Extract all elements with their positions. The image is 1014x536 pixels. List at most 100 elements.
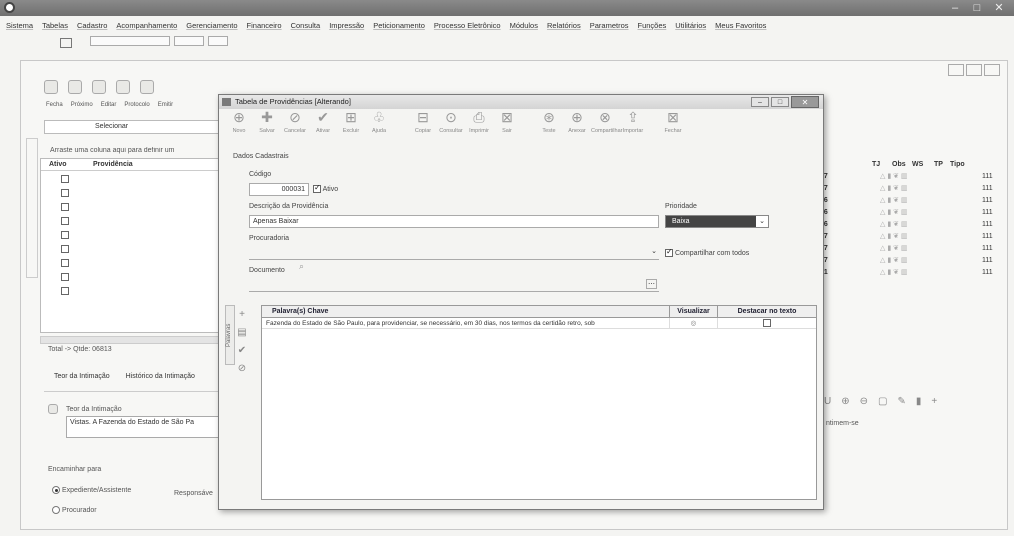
underline-icon[interactable]: U — [824, 396, 831, 412]
confirm-icon[interactable]: ✔ — [235, 345, 249, 359]
table-row[interactable]: 07△ ▮ ❦ ▥ 111 — [820, 242, 1010, 254]
prioridade-select[interactable]: Baixa ⌄ — [665, 215, 769, 228]
quick-field[interactable] — [174, 36, 205, 46]
cancel-icon[interactable]: ⊘ — [235, 363, 249, 377]
dialog-maximize-icon[interactable]: □ — [771, 97, 789, 107]
menu-item[interactable]: Financeiro — [247, 21, 282, 30]
mail-icon[interactable] — [60, 38, 72, 48]
import-icon[interactable]: ⇪ Importar — [619, 109, 647, 141]
row-checkbox[interactable] — [61, 217, 69, 225]
row-checkbox[interactable] — [61, 175, 69, 183]
codigo-field[interactable]: 000031 — [249, 183, 309, 196]
radio-button[interactable] — [52, 506, 60, 514]
col-providencia[interactable]: Providência — [81, 159, 133, 170]
menu-item[interactable]: Impressão — [329, 21, 364, 30]
selecionar-button[interactable]: Selecionar — [44, 120, 220, 134]
keyword-text[interactable]: Fazenda do Estado de São Paulo, para pro… — [262, 318, 670, 328]
delete-icon[interactable]: ⊞ Excluir — [337, 109, 365, 141]
maximize-icon[interactable] — [966, 64, 982, 76]
copy-icon[interactable]: ⊟ Copiar — [409, 109, 437, 141]
dialog-close-button[interactable]: ✕ — [791, 96, 819, 108]
minimize-icon[interactable] — [948, 64, 964, 76]
table-row[interactable]: 07△ ▮ ❦ ▥ 111 — [820, 170, 1010, 182]
row-checkbox[interactable] — [61, 259, 69, 267]
menu-item[interactable]: Tabelas — [42, 21, 68, 30]
table-row[interactable]: 66△ ▮ ❦ ▥ 111 — [820, 218, 1010, 230]
lookup-button[interactable]: ⋯ — [646, 279, 657, 289]
close-doc-icon[interactable]: ⊠ Fechar — [659, 109, 687, 141]
activate-icon[interactable]: ✔ Ativar — [309, 109, 337, 141]
share-icon[interactable]: ⊗ Compartilhar — [591, 109, 622, 141]
add-icon[interactable]: + — [235, 309, 249, 323]
close-icon[interactable]: ✕ — [988, 1, 1010, 15]
marker-icon[interactable]: ▮ — [916, 396, 922, 412]
destacar-checkbox[interactable] — [718, 318, 816, 328]
test-icon[interactable]: ⊛ Teste — [535, 109, 563, 141]
row-checkbox[interactable] — [61, 189, 69, 197]
delete-row-icon[interactable]: ▤ — [235, 327, 249, 341]
chevron-down-icon[interactable]: ⌄ — [651, 247, 657, 255]
radio-button[interactable] — [52, 486, 60, 494]
ativo-checkbox[interactable]: Ativo — [313, 183, 338, 193]
box-icon[interactable]: ▢ — [878, 396, 887, 412]
cancel-icon[interactable]: ⊘ Cancelar — [281, 109, 309, 141]
checkbox[interactable] — [665, 247, 673, 257]
col-obs[interactable]: Obs — [872, 161, 906, 168]
col-ativo[interactable]: Ativo — [41, 159, 81, 170]
descricao-field[interactable]: Apenas Baixar — [249, 215, 659, 228]
minimize-icon[interactable]: – — [944, 1, 966, 15]
col-palavras-chave[interactable]: Palavra(s) Chave — [262, 306, 670, 317]
menu-item[interactable]: Sistema — [6, 21, 33, 30]
plus-icon[interactable]: + — [931, 396, 937, 412]
exit-icon[interactable]: ⊠ Sair — [493, 109, 521, 141]
view-icon[interactable]: ◎ — [670, 318, 718, 328]
attach-icon[interactable]: ⊕ Anexar — [563, 109, 591, 141]
col-visualizar[interactable]: Visualizar — [670, 306, 718, 317]
col-tp[interactable]: TP — [916, 161, 943, 168]
compartilhar-checkbox[interactable]: Compartilhar com todos — [665, 247, 749, 257]
zoom-out-icon[interactable]: ⊖ — [860, 396, 868, 412]
menu-item[interactable]: Cadastro — [77, 21, 107, 30]
table-row[interactable]: 07△ ▮ ❦ ▥ 111 — [820, 254, 1010, 266]
documento-select[interactable]: ⋯ — [249, 279, 659, 292]
dialog-minimize-icon[interactable]: – — [751, 97, 769, 107]
search-icon[interactable]: ⊙ Consultar — [437, 109, 465, 141]
checkbox[interactable] — [313, 183, 321, 193]
quick-field[interactable] — [208, 36, 229, 46]
menu-item[interactable]: Consulta — [291, 21, 321, 30]
menu-item[interactable]: Acompanhamento — [116, 21, 177, 30]
close-icon[interactable] — [984, 64, 1000, 76]
col-ws[interactable]: WS — [894, 161, 923, 168]
maximize-icon[interactable]: □ — [966, 1, 988, 15]
menu-item[interactable]: Peticionamento — [373, 21, 425, 30]
emit-icon[interactable] — [140, 80, 154, 94]
zoom-in-icon[interactable]: ⊕ — [841, 396, 849, 412]
help-icon[interactable]: ♧ Ajuda — [365, 109, 393, 141]
row-checkbox[interactable] — [61, 245, 69, 253]
next-icon[interactable] — [68, 80, 82, 94]
quick-field[interactable] — [90, 36, 170, 46]
row-checkbox[interactable] — [61, 231, 69, 239]
menu-item[interactable]: Processo Eletrônico — [434, 21, 501, 30]
print-icon[interactable]: ⎙ Imprimir — [465, 109, 493, 141]
grid-hscrollbar[interactable] — [40, 336, 220, 344]
col-tipo[interactable]: Tipo — [938, 161, 965, 168]
row-checkbox[interactable] — [61, 287, 69, 295]
pen-icon[interactable]: ✎ — [897, 396, 905, 412]
new-icon[interactable]: ⊕ Novo — [225, 109, 253, 141]
menu-item[interactable]: Utilitários — [675, 21, 706, 30]
edit-icon[interactable] — [92, 80, 106, 94]
radio-expediente[interactable]: Expediente/Assistente — [52, 486, 131, 494]
checkbox[interactable] — [763, 319, 771, 328]
table-row[interactable]: 71△ ▮ ❦ ▥ 111 — [820, 266, 1010, 278]
table-row[interactable]: 66△ ▮ ❦ ▥ 111 — [820, 194, 1010, 206]
save-icon[interactable]: ✚ Salvar — [253, 109, 281, 141]
col-tj[interactable]: TJ — [820, 161, 880, 168]
tab-historico[interactable]: Histórico da Intimação — [126, 373, 195, 380]
menu-item[interactable]: Meus Favoritos — [715, 21, 766, 30]
row-checkbox[interactable] — [61, 203, 69, 211]
table-row[interactable]: 07△ ▮ ❦ ▥ 111 — [820, 230, 1010, 242]
table-row[interactable]: 66△ ▮ ❦ ▥ 111 — [820, 206, 1010, 218]
row-checkbox[interactable] — [61, 273, 69, 281]
radio-procurador[interactable]: Procurador — [52, 506, 97, 514]
